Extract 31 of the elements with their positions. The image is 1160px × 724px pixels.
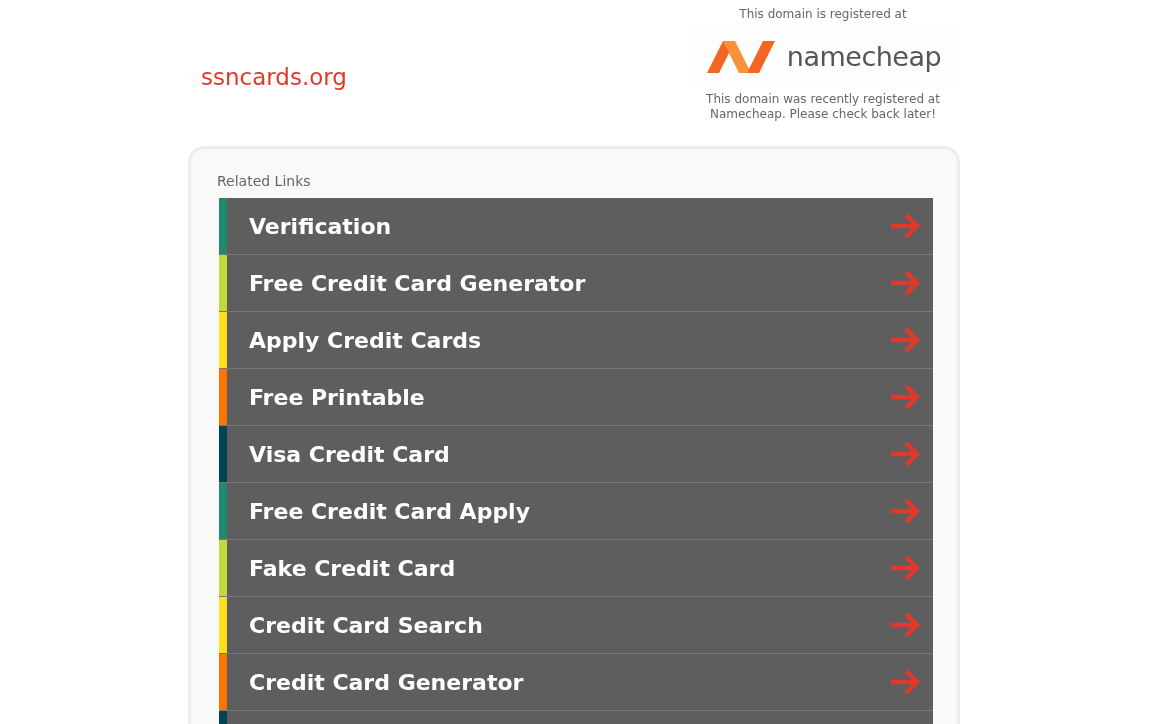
link-label: Credit Card Search <box>249 611 484 640</box>
link-label: Visa Credit Card <box>249 440 451 469</box>
link-label: Credit Card Generator <box>249 668 525 697</box>
related-links-heading: Related Links <box>217 172 312 191</box>
link-label: Apply Credit Cards <box>249 326 483 355</box>
arrow-icon <box>889 326 921 354</box>
related-link[interactable]: Free Credit Card Generator <box>219 255 933 312</box>
related-link[interactable]: Credit Card Search <box>219 597 933 654</box>
related-link[interactable]: Fake Credit Card <box>219 540 933 597</box>
arrow-icon <box>889 212 921 240</box>
related-link[interactable]: Apply Credit Cards <box>219 312 933 369</box>
arrow-icon <box>889 440 921 468</box>
link-label: Free Credit Card Apply <box>249 497 531 526</box>
related-link[interactable]: Credit Card Generator <box>219 654 933 711</box>
link-label: Free Credit Card Generator <box>249 269 587 298</box>
related-link[interactable]: Free Printable <box>219 369 933 426</box>
arrow-icon <box>889 383 921 411</box>
arrow-icon <box>889 497 921 525</box>
arrow-icon <box>889 668 921 696</box>
related-link[interactable]: Visa Credit Card <box>219 426 933 483</box>
registered-caption: This domain is registered at <box>739 6 907 23</box>
arrow-icon <box>889 554 921 582</box>
related-link[interactable]: Free Credit Card Apply <box>219 483 933 540</box>
related-link[interactable]: Verification <box>219 198 933 255</box>
link-label: Verification <box>249 212 393 241</box>
domain-name[interactable]: ssncards.org <box>201 64 347 90</box>
link-label: Free Printable <box>249 383 426 412</box>
link-label: Fake Credit Card <box>249 554 457 583</box>
arrow-icon <box>889 611 921 639</box>
arrow-icon <box>889 269 921 297</box>
registration-note: This domain was recently registered at Namecheap. Please check back later! <box>705 92 941 122</box>
